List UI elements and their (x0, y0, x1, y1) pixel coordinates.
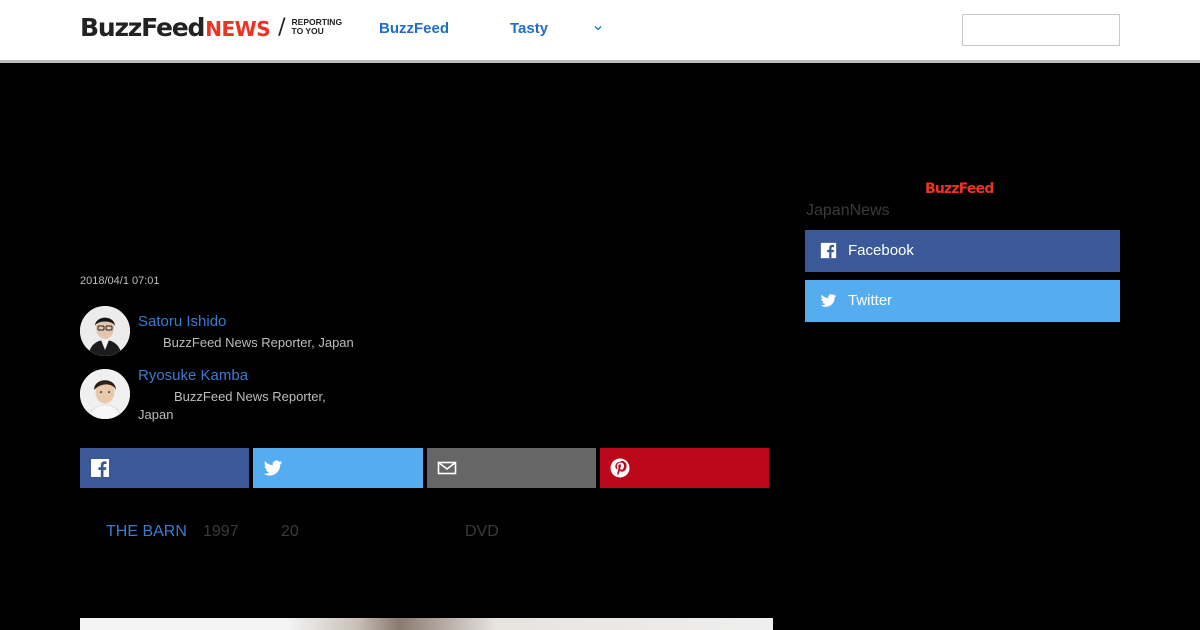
avatar[interactable] (80, 369, 130, 419)
twitter-icon (263, 460, 283, 476)
follow-twitter-button[interactable]: Twitter (805, 280, 1120, 322)
sidebar-subtitle: JapanNews (806, 202, 890, 219)
logo-slash: / (278, 14, 286, 40)
chevron-down-icon[interactable] (592, 22, 604, 34)
header-divider (0, 60, 1200, 63)
follow-facebook-button[interactable]: Facebook (805, 230, 1120, 272)
nav-link-tasty[interactable]: Tasty (510, 20, 548, 37)
logo-tagline: REPORTING TO YOU (292, 18, 343, 36)
author-name-link[interactable]: Satoru Ishido (138, 313, 226, 330)
sidebar-buzzfeed-logo[interactable]: BuzzFeed (925, 181, 994, 197)
share-twitter-button[interactable] (253, 448, 423, 488)
meta-link-the-barn[interactable]: THE BARN (106, 523, 187, 541)
search-input[interactable] (962, 14, 1120, 46)
author-role-line-2: Japan (138, 407, 174, 422)
follow-twitter-label: Twitter (848, 292, 893, 309)
article-hero-image (80, 618, 773, 630)
buzzfeed-news-logo[interactable]: BuzzFeed NEWS / REPORTING TO YOU (80, 12, 342, 42)
share-email-button[interactable] (427, 448, 596, 488)
share-pinterest-button[interactable] (600, 448, 769, 488)
share-facebook-button[interactable] (80, 448, 249, 488)
meta-year: 1997 (203, 523, 239, 540)
facebook-icon (91, 459, 109, 477)
site-header: BuzzFeed NEWS / REPORTING TO YOU BuzzFee… (0, 0, 1200, 60)
logo-buzzfeed-text: BuzzFeed (80, 12, 205, 42)
author-role: BuzzFeed News Reporter, Japan (163, 335, 354, 350)
author-name-link[interactable]: Ryosuke Kamba (138, 367, 248, 384)
article-date: 2018/04/1 07:01 (80, 275, 160, 287)
logo-news-text: NEWS (205, 16, 271, 41)
meta-count: 20 (281, 523, 299, 540)
nav-link-buzzfeed[interactable]: BuzzFeed (379, 20, 449, 37)
facebook-icon (820, 242, 837, 259)
author-photo-satoru (80, 306, 130, 356)
mail-icon (437, 461, 457, 475)
pinterest-icon (610, 458, 630, 478)
author-role-line-1: BuzzFeed News Reporter, (174, 389, 326, 404)
author-photo-ryosuke (80, 369, 130, 419)
twitter-icon (820, 294, 837, 307)
logo-tagline-line-2: TO YOU (291, 26, 324, 36)
meta-format: DVD (465, 523, 499, 540)
follow-facebook-label: Facebook (848, 242, 914, 259)
avatar[interactable] (80, 306, 130, 356)
